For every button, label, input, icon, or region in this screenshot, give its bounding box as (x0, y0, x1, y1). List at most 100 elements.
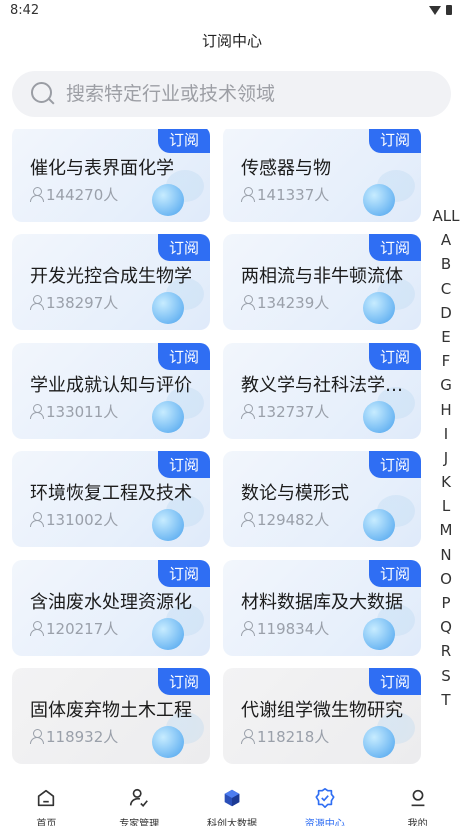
user-icon (30, 512, 44, 527)
card-title: 数论与模形式 (241, 483, 349, 504)
tab-profile[interactable]: 我的 (371, 781, 464, 826)
alphabet-index-item[interactable]: R (428, 639, 464, 663)
subscriber-count: 118932人 (30, 726, 118, 747)
tab-home[interactable]: 首页 (0, 781, 93, 826)
page-title: 订阅中心 (201, 32, 262, 50)
user-icon (30, 295, 44, 310)
subscription-card[interactable]: 订阅 开发光控合成生物学 138297人 (12, 234, 210, 330)
expert-icon (128, 787, 150, 813)
alphabet-index-item[interactable]: G (428, 373, 464, 397)
subscribe-button[interactable]: 订阅 (369, 234, 421, 261)
subscription-card[interactable]: 订阅含油废水处理资源化 120217人 (12, 559, 210, 656)
subscription-card[interactable]: 订阅环境恢复工程及技术 131002人 (12, 451, 210, 547)
subscriber-count: 134239人 (241, 292, 329, 313)
subscribe-button[interactable]: 订阅 (158, 342, 210, 370)
subscriber-count-value: 133011人 (46, 402, 119, 421)
tab-resource-center[interactable]: 资源中心 (278, 781, 371, 826)
subscriber-count-value: 119834人 (257, 619, 330, 638)
user-icon (30, 620, 44, 636)
subscribe-button[interactable]: 订阅 (369, 668, 421, 695)
card-title: 环境恢复工程及技术 (30, 483, 192, 504)
user-icon (30, 403, 44, 419)
card-title: 传感器与物 (241, 157, 331, 179)
subscribe-button[interactable]: 订阅 (158, 668, 210, 695)
search-input[interactable] (66, 83, 426, 105)
alphabet-index-item[interactable]: S (428, 664, 464, 688)
subscription-card[interactable]: 订阅教义学与社科法学研究 132737人 (223, 342, 421, 439)
profile-icon (407, 787, 429, 813)
tab-big-data[interactable]: 科创大数据 (186, 781, 279, 826)
tab-label: 科创大数据 (206, 819, 257, 826)
subscriber-count-value: 132737人 (257, 402, 330, 421)
home-icon (35, 787, 57, 813)
user-icon (241, 403, 255, 419)
subscribe-button[interactable]: 订阅 (369, 129, 421, 153)
alphabet-index-item[interactable]: A (428, 228, 464, 252)
card-title: 教义学与社科法学研究 (241, 374, 413, 396)
tab-expert[interactable]: 专家管理 (93, 781, 186, 826)
user-icon (241, 729, 255, 744)
status-time: 8:42 (10, 3, 40, 18)
alphabet-index-item[interactable]: P (428, 591, 464, 615)
alphabet-index-item[interactable]: H (428, 398, 464, 422)
resource-center-icon (314, 787, 336, 813)
card-title: 两相流与非牛顿流体 (241, 266, 403, 287)
subscription-card[interactable]: 订阅两相流与非牛顿流体 134239人 (223, 234, 421, 330)
subscriber-count-value: 141337人 (257, 185, 330, 204)
alphabet-index-item[interactable]: E (428, 325, 464, 349)
alphabet-index-item[interactable]: T (428, 688, 464, 712)
subscribe-button[interactable]: 订阅 (369, 451, 421, 478)
bottom-tab-bar: 首页 专家管理 科创大数据 资源中心 我的 (0, 781, 464, 826)
subscriber-count: 141337人 (241, 184, 329, 205)
subscriber-count: 132737人 (241, 401, 329, 422)
alphabet-index-item[interactable]: F (428, 349, 464, 373)
alphabet-index-item[interactable]: M (428, 518, 464, 542)
alphabet-index[interactable]: ALL A B C D E F G H I J K L M N O P Q R S T (428, 204, 464, 712)
search-bar[interactable] (12, 71, 451, 117)
subscribe-button[interactable]: 订阅 (369, 559, 421, 587)
subscriber-count-value: 129482人 (257, 511, 330, 529)
alphabet-index-item[interactable]: N (428, 543, 464, 567)
tab-label: 我的 (407, 819, 428, 826)
subscription-card[interactable]: 订阅催化与表界面化学 144270人 (12, 129, 210, 222)
card-title: 学业成就认知与评价 (30, 374, 192, 396)
user-icon (241, 620, 255, 636)
alphabet-index-item[interactable]: L (428, 494, 464, 518)
subscribe-button[interactable]: 订阅 (369, 342, 421, 370)
alphabet-index-item[interactable]: C (428, 277, 464, 301)
subscription-card[interactable]: 订阅学业成就认知与评价 133011人 (12, 342, 210, 439)
subscriber-count-value: 120217人 (46, 619, 119, 638)
alphabet-index-item[interactable]: D (428, 301, 464, 325)
wifi-icon (429, 5, 441, 15)
alphabet-index-item[interactable]: O (428, 567, 464, 591)
status-icons (429, 5, 452, 15)
subscriber-count-value: 134239人 (257, 294, 330, 312)
subscription-grid[interactable]: 订阅订阅订阅催化与表界面化学144270人订阅传感器与物141337人订阅开发光… (0, 129, 428, 781)
alphabet-index-item[interactable]: B (428, 252, 464, 276)
subscribe-button[interactable]: 订阅 (158, 129, 210, 153)
subscriber-count: 119834人 (241, 618, 329, 639)
battery-icon (446, 5, 452, 15)
subscriber-count: 144270人 (30, 184, 118, 205)
subscribe-button[interactable]: 订阅 (158, 559, 210, 587)
user-icon (241, 186, 255, 202)
alphabet-index-item[interactable]: ALL (428, 204, 464, 228)
subscriber-count-value: 118932人 (46, 728, 119, 746)
subscription-card[interactable]: 订阅 数论与模形式 129482人 (223, 451, 421, 547)
subscription-card[interactable]: 订阅 材料数据库及大数据 119834人 (223, 559, 421, 656)
subscriber-count: 120217人 (30, 618, 118, 639)
subscriber-count: 131002人 (30, 509, 118, 530)
subscriber-count-value: 118218人 (257, 728, 330, 746)
alphabet-index-item[interactable]: I (428, 422, 464, 446)
subscription-card[interactable]: 订阅 代谢组学微生物研究 118218人 (223, 668, 421, 764)
subscription-card[interactable]: 订阅 固体废弃物土木工程 118932人 (12, 668, 210, 764)
subscriber-count: 138297人 (30, 292, 118, 313)
alphabet-index-item[interactable]: Q (428, 615, 464, 639)
subscription-card[interactable]: 订阅传感器与物 141337人 (223, 129, 421, 222)
subscribe-button[interactable]: 订阅 (158, 451, 210, 478)
card-title: 含油废水处理资源化 (30, 591, 192, 613)
subscribe-button[interactable]: 订阅 (158, 234, 210, 261)
card-title: 催化与表界面化学 (30, 157, 174, 179)
alphabet-index-item[interactable]: K (428, 470, 464, 494)
alphabet-index-item[interactable]: J (428, 446, 464, 470)
